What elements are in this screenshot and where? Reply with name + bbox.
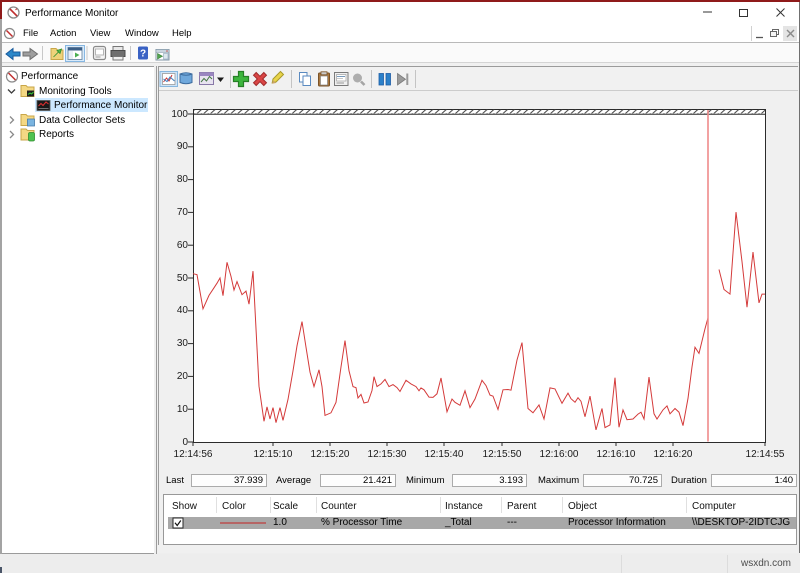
- svg-text:?: ?: [140, 49, 146, 60]
